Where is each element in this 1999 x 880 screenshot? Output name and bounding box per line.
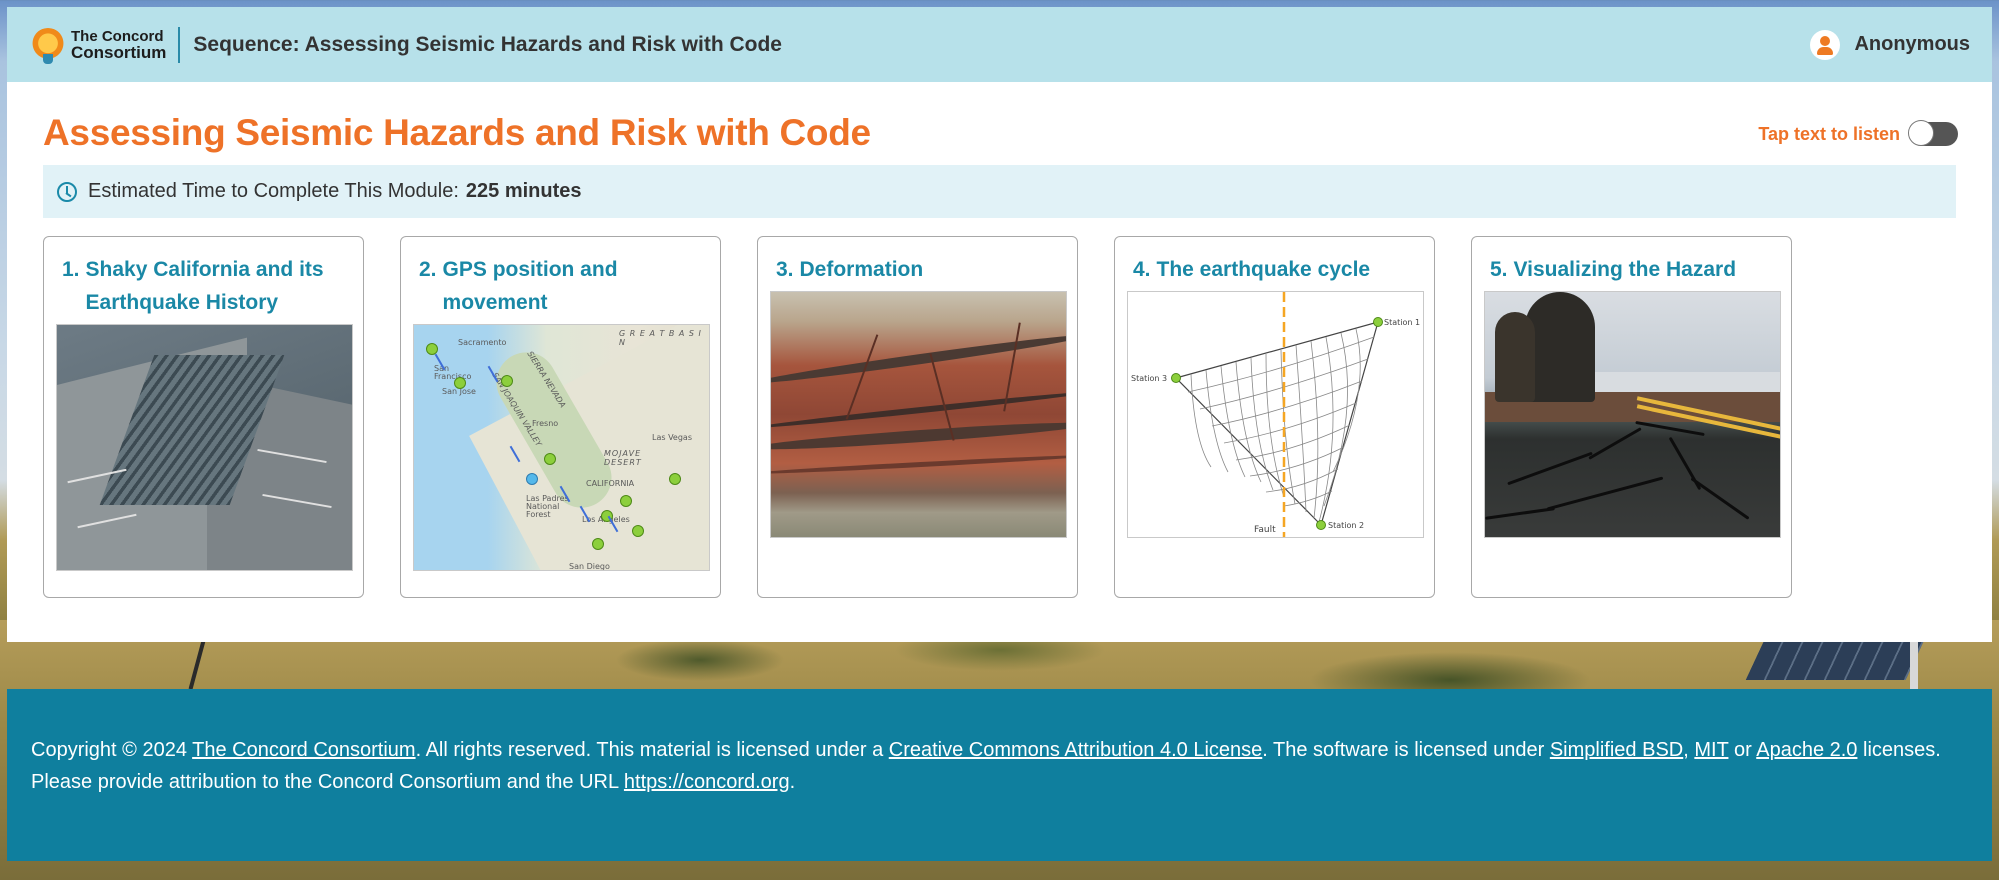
activity-number: 2. [419,258,437,281]
clock-icon [57,181,77,202]
footer-text: . [789,771,796,793]
activity-title-4[interactable]: 4. The earthquake cycle [1133,253,1418,286]
text-to-speech-control: Tap text to listen [1758,120,1958,146]
activity-title-text: Shaky California and its Earthquake Hist… [85,258,324,314]
diagram-label: Station 1 [1384,318,1420,327]
tts-toggle-knob [1908,120,1934,146]
activity-number: 5. [1490,258,1508,281]
map-label: G R E A T B A S I N [619,329,702,347]
footer-attribution: Please provide attribution to the Concor… [31,766,1967,798]
station2-marker [1316,520,1326,530]
earthquake-cycle-diagram[interactable]: Station 1 Station 2 Station 3 Fault [1127,291,1424,538]
mit-license-link[interactable]: MIT [1694,739,1728,761]
map-label: Sacramento [458,338,507,347]
time-label: Estimated Time to Complete This Module: [88,180,459,202]
logo-text: The Concord Consortium [71,28,167,62]
activity-number: 3. [776,258,794,281]
activity-number: 1. [62,258,80,281]
concord-link[interactable]: The Concord Consortium [192,739,415,761]
california-gps-map-image[interactable]: G R E A T B A S I N Sacramento San Franc… [413,324,710,571]
activity-title-2[interactable]: 2. GPS position and movement [419,253,704,319]
activity-title-text: GPS position and movement [442,258,618,314]
activity-title-3[interactable]: 3. Deformation [776,253,1061,286]
gps-station-marker[interactable] [501,375,513,387]
header-divider [178,26,181,63]
activity-number: 4. [1133,258,1151,281]
map-label: MOJAVE DESERT [604,449,642,467]
gps-station-marker[interactable] [544,453,556,465]
footer-text: Please provide attribution to the Concor… [31,771,624,793]
activity-title-5[interactable]: 5. Visualizing the Hazard [1490,253,1775,286]
map-label: Las Vegas [652,433,692,442]
cracked-road-image[interactable] [1484,291,1781,538]
apache-license-link[interactable]: Apache 2.0 [1756,739,1857,761]
logo-line2: Consortium [71,42,167,62]
collapsed-bridge-image[interactable] [56,324,353,571]
diagram-label: Fault [1254,525,1276,535]
fault-deformation-diagram: Station 1 Station 2 Station 3 Fault [1131,292,1420,537]
time-value: 225 minutes [465,180,582,202]
station1-marker [1373,317,1383,327]
footer-text: . All rights reserved. This material is … [415,739,889,761]
concord-logo[interactable]: The Concord Consortium [31,27,167,64]
gps-station-marker[interactable] [592,538,604,550]
user-name: Anonymous [1854,33,1970,55]
page-title: Assessing Seismic Hazards and Risk with … [43,112,871,153]
user-avatar-icon [1810,29,1841,60]
map-label: CALIFORNIA [586,479,635,488]
activity-card-5[interactable]: 5. Visualizing the Hazard [1471,236,1792,598]
main-content: Assessing Seismic Hazards and Risk with … [7,82,1992,642]
background-solar-panel [1745,640,1925,680]
map-label: San Diego [569,562,610,571]
activity-card-2[interactable]: 2. GPS position and movement G R E A T B… [400,236,721,598]
activity-title-text: Deformation [799,258,924,281]
lightbulb-logo-icon [31,27,65,64]
activity-title-1[interactable]: 1. Shaky California and its Earthquake H… [62,253,347,319]
activity-card-1[interactable]: 1. Shaky California and its Earthquake H… [43,236,364,598]
diagram-label: Station 2 [1328,521,1364,530]
tts-label: Tap text to listen [1758,123,1900,144]
cc-license-link[interactable]: Creative Commons Attribution 4.0 License [889,739,1263,761]
user-menu[interactable]: Anonymous [1810,29,1970,60]
gps-station-marker[interactable] [454,377,466,389]
footer-copyright: Copyright © 2024 The Concord Consortium.… [31,734,1967,766]
footer-text: , [1683,739,1695,761]
activity-title-text: Visualizing the Hazard [1513,258,1737,281]
concord-url-link[interactable]: https://concord.org [624,771,790,793]
map-label: Fresno [532,419,559,428]
sequence-title: Sequence: Assessing Seismic Hazards and … [193,32,782,56]
footer-text: . The software is licensed under [1262,739,1550,761]
activity-card-4[interactable]: 4. The earthquake cycle Station 1 Statio… [1114,236,1435,598]
footer-text: or [1728,739,1757,761]
site-header: The Concord Consortium Sequence: Assessi… [7,7,1992,82]
map-label: Las Padres National Forest [526,494,569,519]
tts-toggle[interactable] [1908,120,1958,146]
diagram-label: Station 3 [1131,374,1167,383]
folded-rock-layers-image[interactable] [770,291,1067,538]
site-footer: Copyright © 2024 The Concord Consortium.… [7,689,1992,861]
bsd-license-link[interactable]: Simplified BSD [1550,739,1683,761]
gps-station-marker[interactable] [632,525,644,537]
station3-marker [1171,373,1181,383]
estimated-time-bar: Estimated Time to Complete This Module: … [43,165,1956,218]
footer-text: Copyright © 2024 [31,739,193,761]
activity-title-text: The earthquake cycle [1156,258,1371,281]
activity-card-3[interactable]: 3. Deformation [757,236,1078,598]
footer-text: licenses. [1857,739,1941,761]
activity-cards: 1. Shaky California and its Earthquake H… [43,236,1828,598]
gps-station-marker[interactable] [526,473,538,485]
gps-station-marker[interactable] [620,495,632,507]
gps-station-marker[interactable] [669,473,681,485]
